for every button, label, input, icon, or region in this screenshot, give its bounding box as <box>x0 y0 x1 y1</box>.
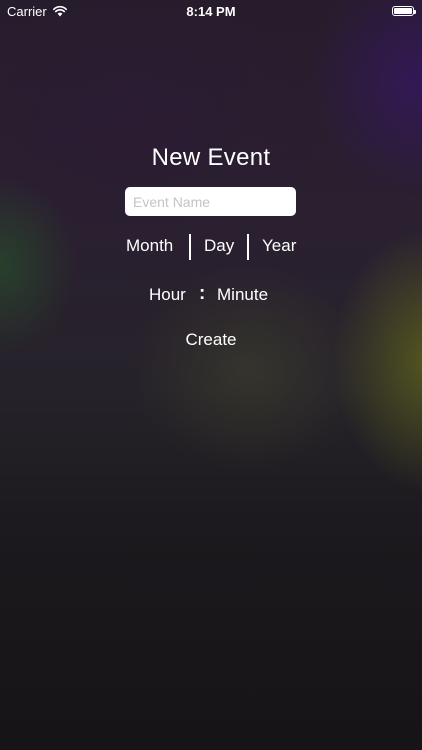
blurred-background <box>0 0 422 750</box>
year-field[interactable]: Year <box>262 236 296 256</box>
battery-level-fill <box>394 8 412 14</box>
date-picker-row: Month Day Year <box>0 234 422 260</box>
create-button[interactable]: Create <box>170 328 252 352</box>
page-title: New Event <box>151 144 271 171</box>
time-picker-row: Hour : Minute <box>0 283 422 307</box>
event-name-input[interactable] <box>125 187 296 216</box>
hour-field[interactable]: Hour <box>149 285 186 305</box>
status-bar: Carrier 8:14 PM <box>0 0 422 22</box>
minute-field[interactable]: Minute <box>217 285 268 305</box>
battery-icon <box>392 6 416 16</box>
time-separator: : <box>199 283 206 304</box>
date-divider <box>189 234 191 260</box>
date-divider <box>247 234 249 260</box>
month-field[interactable]: Month <box>126 236 173 256</box>
day-field[interactable]: Day <box>204 236 234 256</box>
status-time: 8:14 PM <box>186 4 236 19</box>
